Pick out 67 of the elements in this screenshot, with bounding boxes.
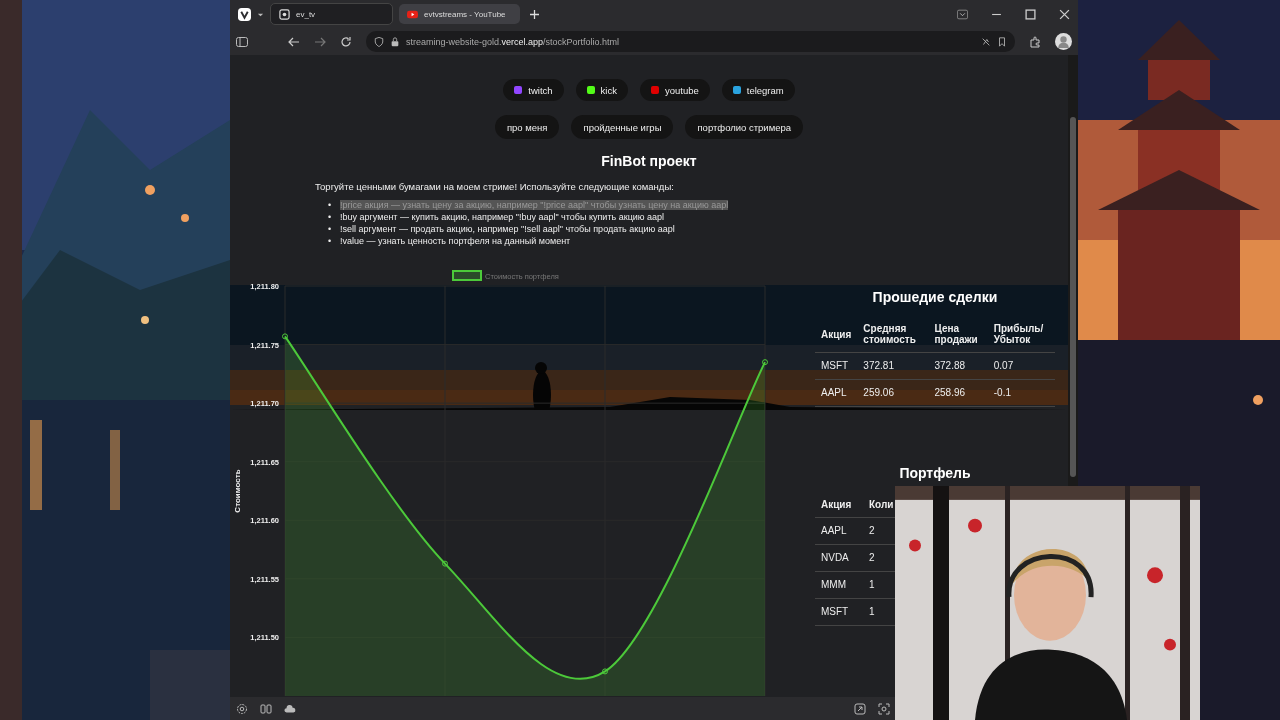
data-point: [282, 333, 288, 340]
bullet: •: [328, 235, 333, 247]
social-link[interactable]: telegram: [721, 79, 795, 101]
sidebar-toggle-icon[interactable]: [236, 35, 248, 48]
table-cell: MMM: [815, 571, 863, 599]
table-cell: MSFT: [815, 598, 863, 626]
site-favicon-icon: [279, 8, 290, 20]
page-title: FinBot проект: [601, 153, 697, 169]
lock-icon[interactable]: [390, 36, 400, 47]
table-cell: 258.96: [928, 379, 988, 407]
table-cell: 372.88: [928, 352, 988, 380]
nav-link[interactable]: про меня: [494, 115, 560, 139]
bullet: •: [328, 223, 333, 235]
forward-icon[interactable]: [314, 35, 326, 48]
resize-icon[interactable]: [854, 702, 866, 715]
data-point: [442, 560, 448, 567]
column-header: Средняя стоимость: [857, 319, 929, 353]
table-cell: MSFT: [815, 352, 858, 380]
close-icon[interactable]: [1059, 8, 1070, 20]
nav-link[interactable]: портфолио стримера: [685, 115, 804, 139]
social-link[interactable]: youtube: [639, 79, 710, 101]
extensions-icon[interactable]: [1029, 35, 1041, 48]
table-cell: NVDA: [815, 544, 863, 572]
column-header: Акция: [815, 319, 858, 353]
address-field[interactable]: streaming-website-gold.vercel.app/stockPortfolio.html: [366, 31, 1015, 52]
maximize-icon[interactable]: [1025, 8, 1036, 20]
reload-icon[interactable]: [340, 35, 352, 48]
command-text: !value — узнать ценность портфеля на данный момент: [340, 236, 571, 246]
data-point: [602, 668, 608, 675]
section-title: Прошедие сделки: [872, 289, 998, 305]
back-icon[interactable]: [288, 35, 300, 48]
table-cell: AAPL: [815, 379, 858, 407]
legend-swatch[interactable]: [452, 270, 482, 281]
shield-icon[interactable]: [374, 36, 384, 47]
browser-tab[interactable]: evtvstreams - YouTube: [399, 4, 520, 24]
tab-list-icon[interactable]: [957, 8, 968, 20]
y-axis-label: Стоимость: [233, 469, 242, 513]
browser-logo-icon[interactable]: [238, 7, 251, 21]
command-text: !buy аргумент — купить акцию, например "!buy aapl" чтобы купить акцию aapl: [340, 212, 665, 222]
bullet: •: [328, 211, 333, 223]
table-cell: 0.07: [987, 352, 1055, 380]
browser-tab[interactable]: ev_tv: [270, 3, 393, 25]
play-button-icon: [407, 8, 418, 20]
capture-icon[interactable]: [878, 702, 890, 715]
table-cell: -0.1: [987, 379, 1055, 407]
bookmark-icon[interactable]: [997, 36, 1007, 47]
social-link[interactable]: twitch: [503, 79, 564, 101]
table-cell: AAPL: [815, 517, 863, 545]
new-tab-icon[interactable]: [530, 9, 539, 19]
bullet: •: [328, 199, 333, 211]
table-cell: 259.06: [857, 379, 929, 407]
social-link[interactable]: kick: [575, 79, 628, 101]
tiling-icon[interactable]: [260, 702, 272, 715]
table-cell: 372.81: [857, 352, 929, 380]
slashed-icon[interactable]: [981, 36, 991, 47]
section-title: Портфель: [899, 465, 971, 481]
cloud-icon[interactable]: [284, 702, 296, 715]
scrollbar-thumb[interactable]: [1070, 117, 1076, 477]
profile-avatar-icon[interactable]: [1055, 33, 1072, 50]
column-header: Акция: [815, 495, 863, 518]
nav-link[interactable]: пройденные игры: [571, 115, 674, 139]
settings-icon[interactable]: [236, 702, 248, 715]
command-text: !sell аргумент — продать акцию, например "!sell aapl" чтобы продать акцию aapl: [340, 224, 675, 234]
column-header: Цена продажи: [928, 319, 988, 353]
data-point: [762, 359, 768, 366]
column-header: Прибыль/ Убыток: [987, 319, 1055, 353]
intro-text: Торгуйте ценными бумагами на моем стриме! Используйте следующие команды:: [315, 181, 674, 192]
